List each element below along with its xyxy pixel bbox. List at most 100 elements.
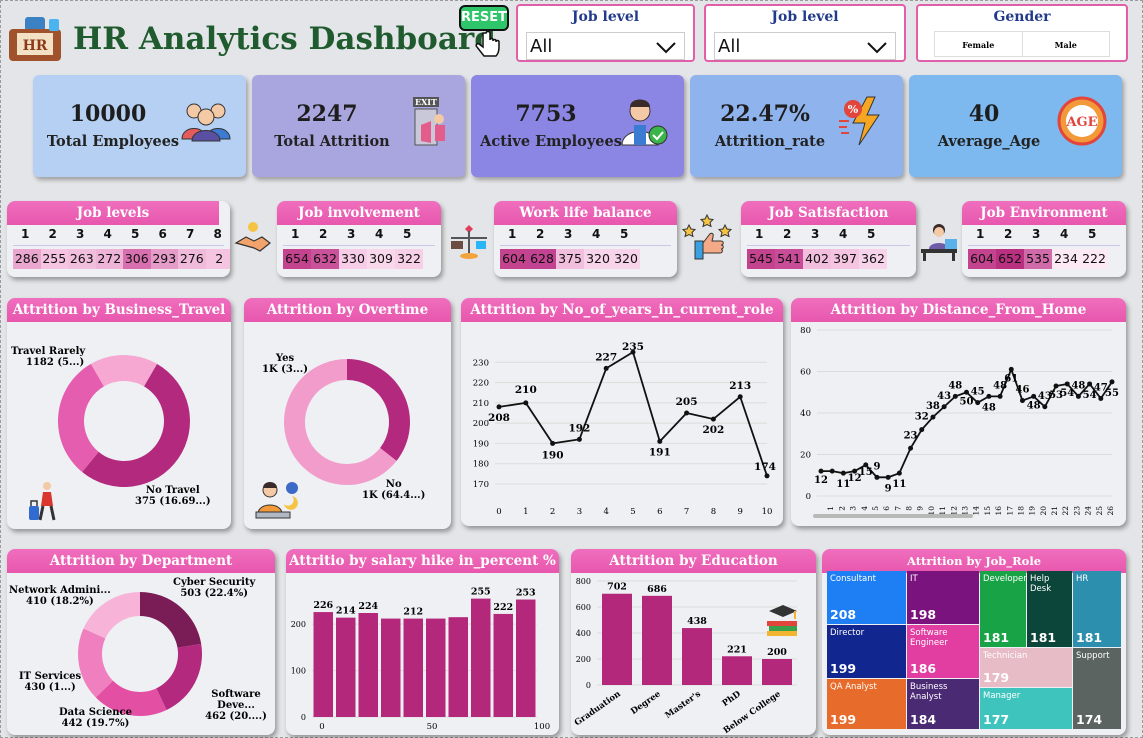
job-level-dropdown-2[interactable]: All (714, 32, 896, 60)
level-tab[interactable]: 7 (186, 227, 194, 241)
horizontal-scrollbar[interactable] (813, 514, 973, 518)
level-tab[interactable]: 3 (1032, 227, 1040, 241)
donut-slice[interactable] (347, 359, 410, 461)
data-point[interactable] (818, 468, 824, 474)
level-tab[interactable]: 1 (755, 227, 763, 241)
data-point[interactable] (975, 400, 981, 406)
treemap-cell[interactable]: HR 181 (1073, 571, 1121, 647)
level-tab[interactable]: 1 (508, 227, 516, 241)
data-point[interactable] (710, 416, 716, 422)
data-point[interactable] (885, 474, 891, 480)
bar[interactable] (682, 628, 712, 685)
treemap-cell[interactable]: IT 198 (907, 571, 979, 624)
bar[interactable] (313, 612, 334, 717)
bar[interactable] (722, 656, 752, 685)
bar[interactable] (381, 618, 401, 717)
treemap-cell[interactable]: Technician 179 (980, 648, 1072, 687)
level-tab[interactable]: 1 (21, 227, 29, 241)
level-tab[interactable]: 4 (592, 227, 600, 241)
donut-slice[interactable] (156, 643, 202, 711)
level-tab[interactable]: 3 (811, 227, 819, 241)
data-point[interactable] (603, 365, 609, 371)
bar[interactable] (493, 613, 514, 717)
donut-slice[interactable] (140, 592, 202, 648)
level-tab[interactable]: 5 (1088, 227, 1096, 241)
treemap-cell[interactable]: QA Analyst 199 (827, 679, 906, 729)
bar[interactable] (336, 617, 356, 717)
data-point[interactable] (896, 470, 902, 476)
gender-option-male[interactable]: Male (1023, 32, 1110, 56)
level-tab[interactable]: 8 (214, 227, 222, 241)
data-point[interactable] (1019, 398, 1025, 404)
data-point[interactable] (1053, 383, 1059, 389)
data-point[interactable] (919, 427, 925, 433)
data-point[interactable] (986, 393, 992, 399)
treemap-cell[interactable]: Developer 181 (980, 571, 1027, 647)
data-point[interactable] (684, 410, 690, 416)
treemap-cell[interactable]: Support 174 (1073, 648, 1121, 729)
treemap-cell[interactable]: Software Engineer 186 (907, 625, 979, 678)
treemap-cell[interactable]: Help Desk 181 (1027, 571, 1072, 647)
treemap-cell[interactable]: Director 199 (827, 625, 906, 678)
level-tab[interactable]: 3 (76, 227, 84, 241)
data-point[interactable] (908, 445, 914, 451)
level-tab[interactable]: 2 (536, 227, 544, 241)
bar[interactable] (426, 618, 446, 717)
data-point[interactable] (737, 394, 743, 400)
data-point[interactable] (576, 436, 582, 442)
reset-button[interactable]: RESET (459, 5, 509, 63)
bar[interactable] (602, 593, 632, 685)
level-tab[interactable]: 5 (403, 227, 411, 241)
bar[interactable] (448, 617, 469, 717)
level-tab[interactable]: 1 (291, 227, 299, 241)
level-tab[interactable]: 5 (131, 227, 139, 241)
bar[interactable] (762, 659, 792, 685)
level-tab[interactable]: 5 (620, 227, 628, 241)
level-tab[interactable]: 5 (867, 227, 875, 241)
data-point[interactable] (1031, 393, 1037, 399)
level-tab[interactable]: 3 (347, 227, 355, 241)
data-point[interactable] (930, 414, 936, 420)
bar[interactable] (471, 598, 491, 717)
treemap-cell[interactable]: Business Analyst 184 (907, 679, 979, 729)
level-tab[interactable]: 6 (159, 227, 167, 241)
data-point[interactable] (1064, 381, 1070, 387)
data-point[interactable] (1087, 381, 1093, 387)
data-point[interactable] (1008, 366, 1014, 372)
level-tab[interactable]: 4 (104, 227, 112, 241)
data-point[interactable] (764, 473, 770, 479)
data-point[interactable] (1042, 404, 1048, 410)
bar[interactable] (358, 613, 379, 717)
level-tab[interactable]: 4 (375, 227, 383, 241)
data-point[interactable] (657, 438, 663, 444)
level-tab[interactable]: 3 (564, 227, 572, 241)
bar[interactable] (403, 618, 424, 717)
level-tab[interactable]: 4 (1060, 227, 1068, 241)
data-point[interactable] (523, 400, 529, 406)
data-point[interactable] (952, 393, 958, 399)
data-point[interactable] (964, 389, 969, 395)
level-tab[interactable]: 2 (49, 227, 57, 241)
data-point[interactable] (1098, 395, 1104, 401)
treemap-cell[interactable]: Manager 177 (980, 688, 1072, 729)
bar[interactable] (642, 595, 672, 685)
job-level-dropdown-1[interactable]: All (526, 32, 685, 60)
level-tab[interactable]: 4 (839, 227, 847, 241)
y-tick-label: 600 (576, 603, 591, 612)
data-point[interactable] (496, 404, 502, 410)
level-tab[interactable]: 2 (319, 227, 327, 241)
level-tab[interactable]: 2 (783, 227, 791, 241)
treemap-cell[interactable]: Consultant 208 (827, 571, 906, 624)
data-point[interactable] (874, 474, 880, 480)
bar[interactable] (516, 599, 536, 717)
level-tab[interactable]: 1 (976, 227, 984, 241)
data-point[interactable] (1109, 379, 1115, 385)
data-point[interactable] (941, 404, 947, 410)
level-tab[interactable]: 2 (1004, 227, 1012, 241)
data-point[interactable] (550, 440, 556, 446)
data-point[interactable] (997, 393, 1003, 399)
data-point[interactable] (829, 468, 835, 474)
gender-option-female[interactable]: Female (935, 32, 1023, 56)
data-point[interactable] (1075, 393, 1081, 399)
data-point[interactable] (840, 470, 846, 476)
